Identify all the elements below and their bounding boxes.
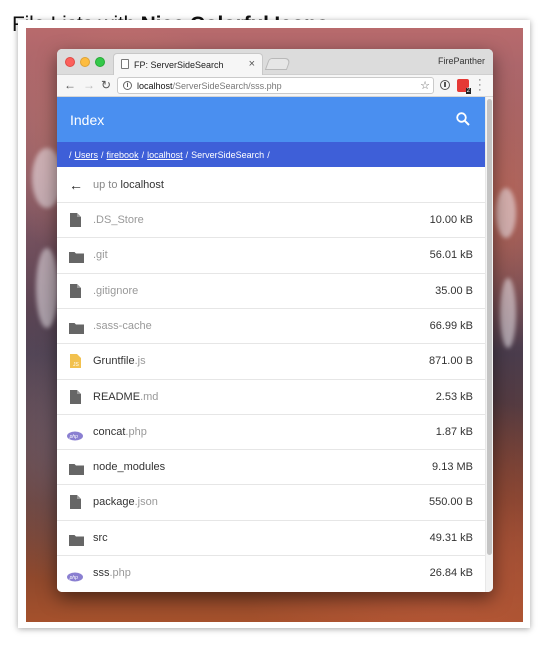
file-icon [69,495,81,514]
url-host: localhost [137,81,173,91]
tab-title: FP: ServerSideSearch [134,60,224,70]
file-name: .DS_Store [93,214,144,226]
file-row[interactable]: src 49.31 kB [57,519,485,555]
js-icon: JS [69,354,81,373]
breadcrumb-localhost[interactable]: localhost [147,150,183,160]
file-name: README.md [93,390,159,403]
file-row[interactable]: JS Gruntfile.js 871.00 B [57,343,485,378]
scrollbar[interactable] [485,97,493,592]
folder-icon [69,462,84,480]
browser-toolbar: ← → ↻ i localhost/ServerSideSearch/sss.p… [57,75,493,97]
back-arrow-icon[interactable]: ← [64,78,76,92]
close-window-button[interactable] [65,57,75,67]
breadcrumb-firebook[interactable]: firebook [107,150,139,160]
power-extension-icon[interactable] [440,80,450,90]
file-name: package.json [93,496,158,509]
new-tab-button[interactable] [264,58,292,70]
svg-text:php: php [69,434,79,440]
file-row[interactable]: package.json 550.00 B [57,484,485,519]
file-size: 49.31 kB [429,531,473,544]
svg-text:JS: JS [73,362,80,368]
breadcrumb-users[interactable]: Users [75,150,99,160]
reload-icon[interactable]: ↻ [101,78,111,92]
profile-name[interactable]: FirePanther [438,56,485,66]
php-icon: php [67,428,83,446]
breadcrumb-current: ServerSideSearch [191,150,265,160]
folder-icon [69,250,84,268]
up-directory-row[interactable]: ← up to localhost [57,167,485,202]
folder-icon [69,321,84,339]
menu-icon[interactable]: · · · [478,75,482,96]
php-icon: php [67,569,83,587]
minimize-window-button[interactable] [80,57,90,67]
file-icon [69,283,81,303]
address-bar[interactable]: i localhost/ServerSideSearch/sss.php ☆ [117,77,434,94]
extension-badge: 2 [465,88,471,94]
browser-window: FP: ServerSideSearch × FirePanther ← → ↻… [57,49,493,592]
file-size: 35.00 B [435,284,473,297]
file-row[interactable]: .DS_Store 10.00 kB [57,202,485,237]
file-size: 1.87 kB [435,425,473,438]
close-tab-icon[interactable]: × [249,58,255,70]
file-icon [69,213,81,232]
scrollbar-thumb[interactable] [487,99,492,555]
file-name: sss.php [93,567,131,579]
up-directory-label: up to localhost [93,179,164,191]
zoom-window-button[interactable] [95,57,105,67]
breadcrumb: / Users / firebook / localhost / ServerSideSear… [57,142,485,167]
app-bar: Index [57,97,485,142]
file-row[interactable]: php concat.php 1.87 kB [57,413,485,449]
search-icon[interactable] [455,111,471,127]
folder-icon [69,533,84,551]
file-name: Gruntfile.js [93,355,146,368]
file-size: 871.00 B [428,355,473,368]
file-size: 66.99 kB [429,319,473,332]
file-row[interactable]: README.md 2.53 kB [57,378,485,414]
file-list: ← up to localhost .DS_Store 10.00 kB .git 5… [57,167,485,592]
browser-tab[interactable]: FP: ServerSideSearch × [113,53,263,75]
title-bar: FP: ServerSideSearch × FirePanther [57,49,493,75]
bookmark-star-icon[interactable]: ☆ [420,79,430,92]
document-icon [121,59,129,69]
file-row[interactable]: .gitignore 35.00 B [57,272,485,308]
file-size: 550.00 B [428,496,473,509]
file-size: 10.00 kB [429,214,473,226]
forward-arrow-icon[interactable]: → [83,78,95,92]
calendar-extension-icon[interactable]: 2 [457,79,471,94]
file-row[interactable]: .git 56.01 kB [57,237,485,272]
file-size: 9.13 MB [432,461,473,474]
file-size: 2.53 kB [435,390,473,403]
file-name: .sass-cache [93,319,152,332]
file-row[interactable]: node_modules 9.13 MB [57,449,485,484]
file-row[interactable]: php sss.php 26.84 kB [57,555,485,590]
page-title: Index [70,112,105,128]
file-name: src [93,531,108,544]
url-text: localhost/ServerSideSearch/sss.php [137,81,282,91]
file-name: .gitignore [93,284,139,297]
url-path: /ServerSideSearch/sss.php [172,81,282,91]
file-name: concat.php [93,425,147,438]
svg-text:php: php [69,575,79,581]
file-size: 26.84 kB [429,567,473,579]
file-row[interactable]: .sass-cache 66.99 kB [57,307,485,343]
file-name: .git [93,249,108,262]
file-size: 56.01 kB [429,249,473,262]
info-icon[interactable]: i [123,81,132,90]
back-arrow-icon: ← [69,177,83,193]
file-icon [69,389,81,409]
file-name: node_modules [93,461,166,474]
